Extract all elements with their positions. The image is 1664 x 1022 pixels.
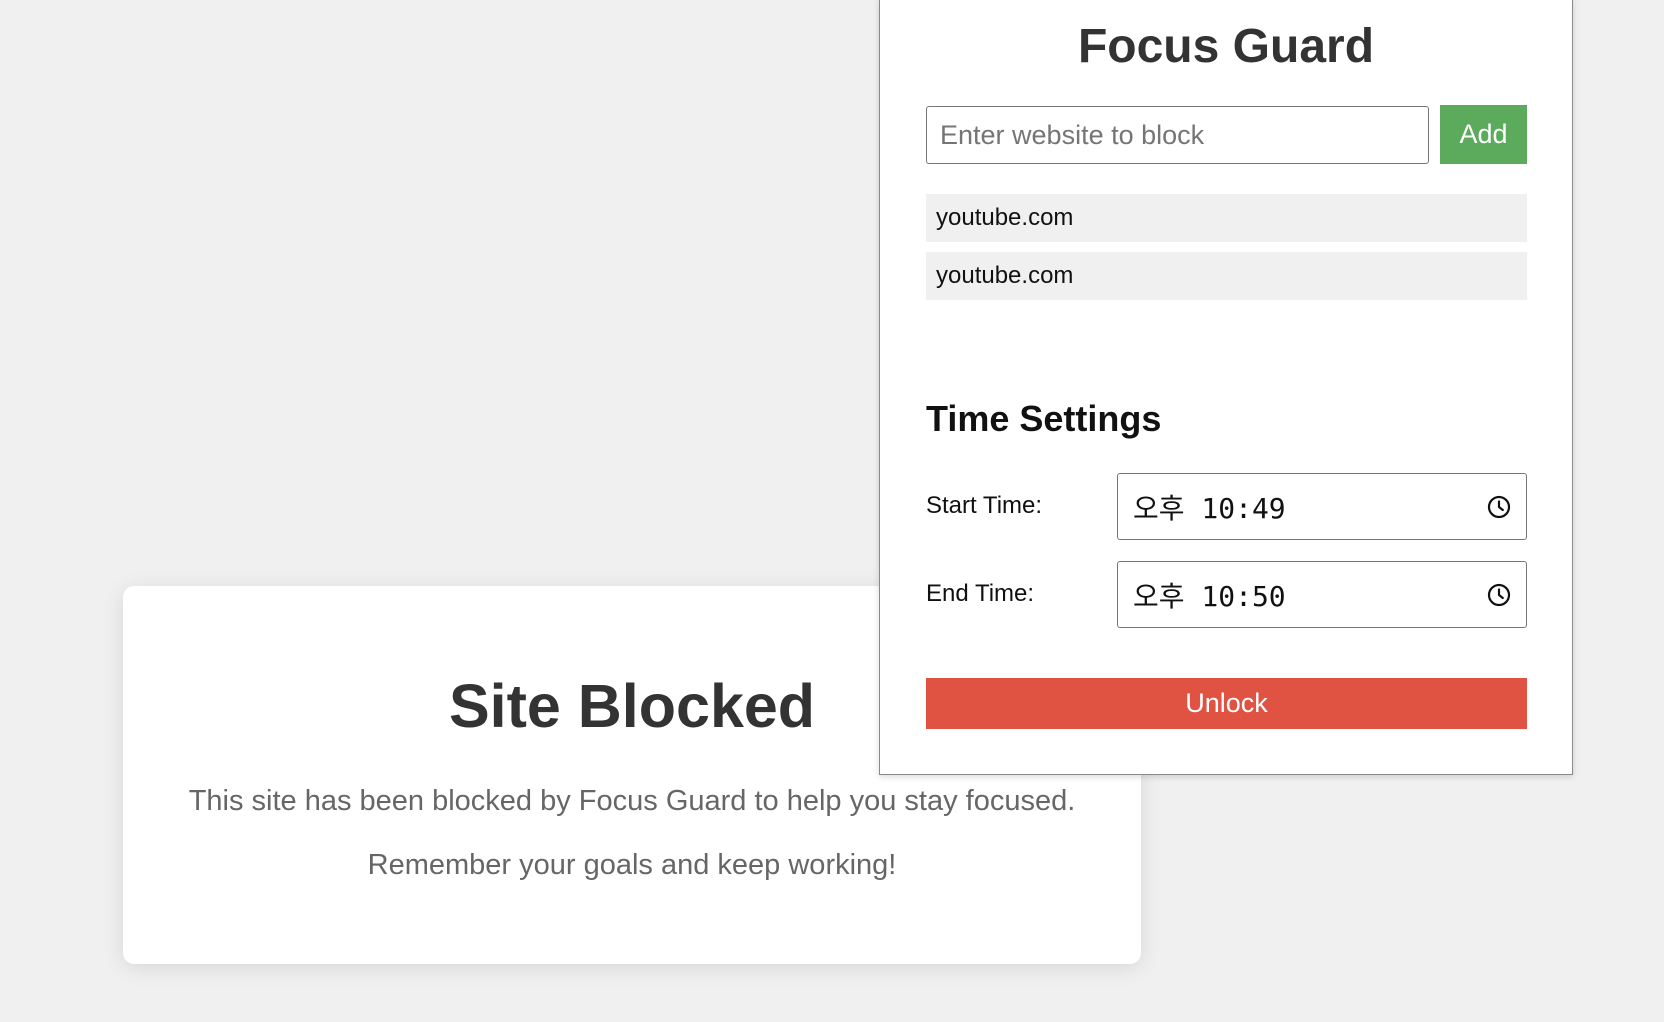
end-time-input[interactable]: 오후 10:50 (1117, 561, 1527, 628)
blocked-message: This site has been blocked by Focus Guar… (188, 785, 1076, 817)
focus-guard-popup: Focus Guard Add youtube.com youtube.com … (879, 0, 1573, 775)
add-site-button[interactable]: Add (1440, 105, 1527, 164)
unlock-button[interactable]: Unlock (926, 678, 1527, 729)
end-time-value: 오후 10:50 (1133, 579, 1286, 613)
start-time-value: 오후 10:49 (1133, 491, 1286, 525)
time-settings-heading: Time Settings (926, 398, 1162, 439)
blocked-site-item[interactable]: youtube.com (926, 252, 1527, 300)
popup-title: Focus Guard (1077, 20, 1375, 73)
clock-icon[interactable] (1486, 494, 1512, 520)
start-time-input[interactable]: 오후 10:49 (1117, 473, 1527, 540)
end-time-label: End Time: (926, 580, 1035, 607)
start-time-label: Start Time: (926, 492, 1043, 519)
blocked-reminder: Remember your goals and keep working! (367, 849, 897, 881)
blocked-site-item[interactable]: youtube.com (926, 194, 1527, 242)
website-input[interactable] (926, 106, 1429, 164)
blocked-sites-list: youtube.com youtube.com (926, 194, 1527, 310)
clock-icon[interactable] (1486, 582, 1512, 608)
